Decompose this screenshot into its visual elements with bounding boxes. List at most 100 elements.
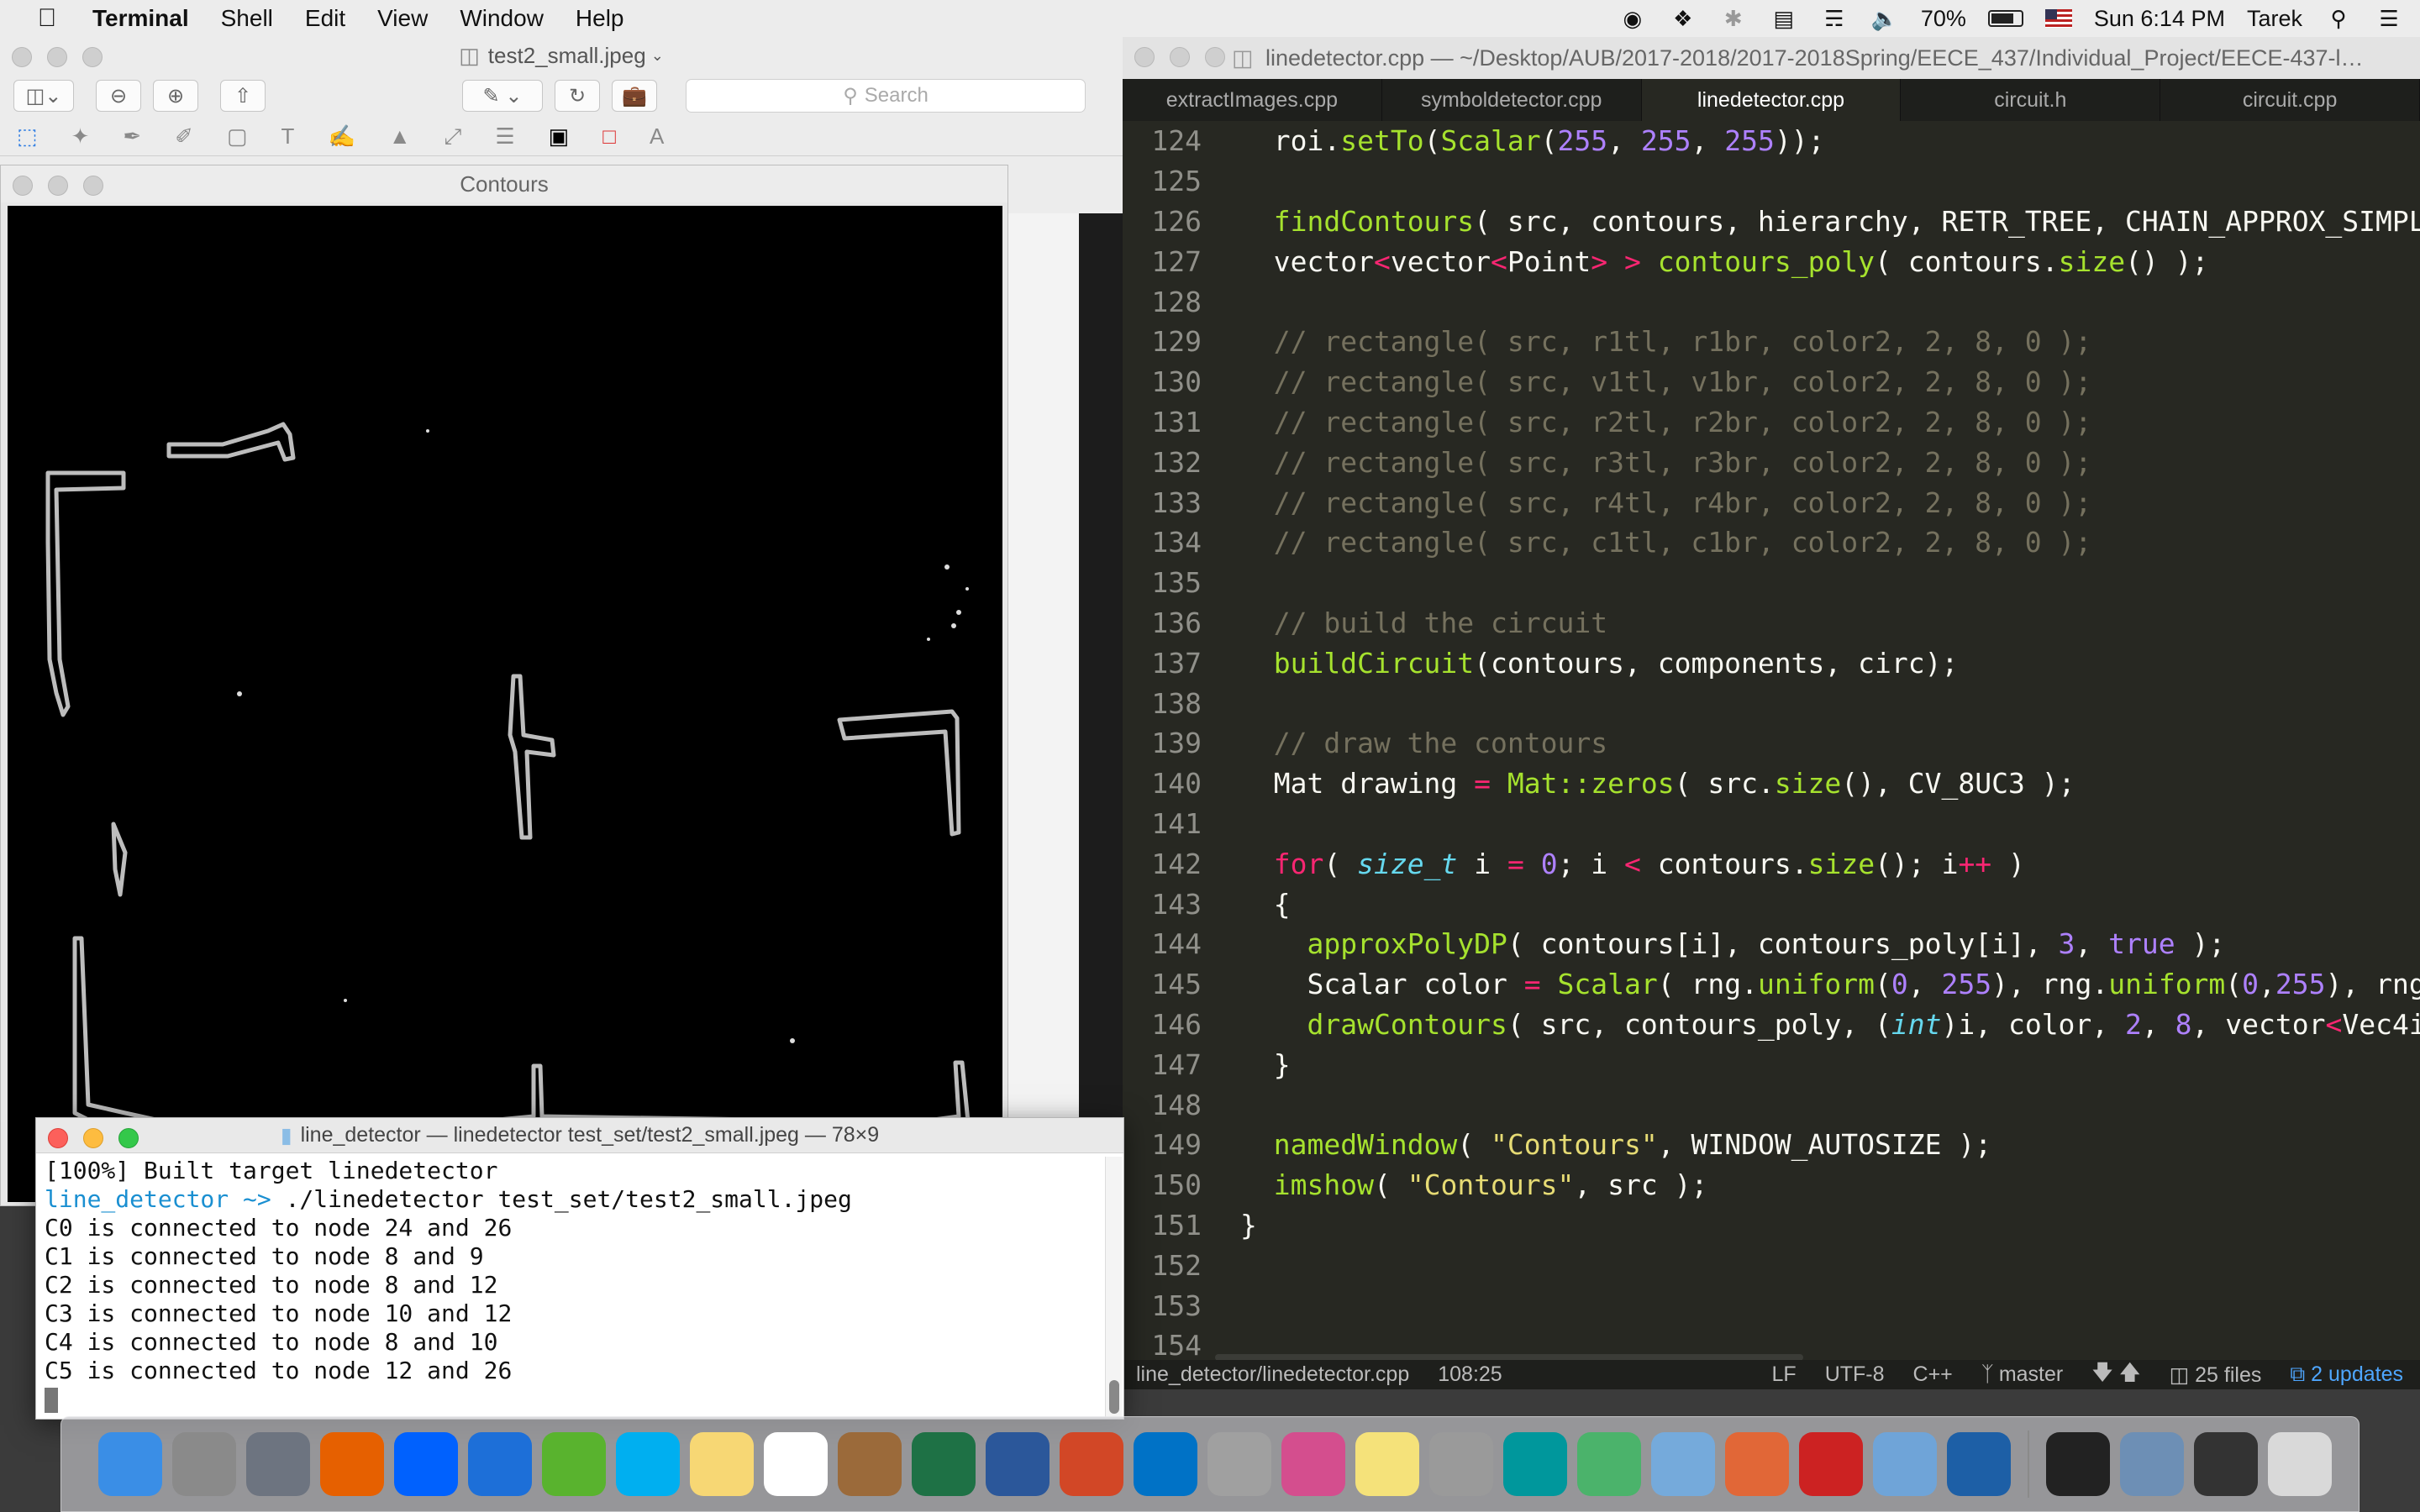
close-button[interactable]	[13, 176, 33, 196]
volume-icon[interactable]: 🔈	[1870, 6, 1899, 31]
dock-launchpad-icon[interactable]	[246, 1432, 310, 1496]
shapes-icon[interactable]: ▢	[227, 123, 248, 150]
preview-title: test2_small.jpeg	[487, 42, 646, 68]
draw-icon[interactable]: ✐	[175, 123, 193, 150]
menu-help[interactable]: Help	[576, 5, 624, 32]
dock-system-preferences-icon[interactable]	[172, 1432, 236, 1496]
dock-stickies-icon[interactable]	[1355, 1432, 1419, 1496]
dock-matlab-icon[interactable]	[1725, 1432, 1789, 1496]
share-button[interactable]: ⇧	[220, 80, 266, 112]
status-line-ending[interactable]: LF	[1772, 1362, 1797, 1387]
dock-calculator-icon[interactable]	[1207, 1432, 1271, 1496]
text-style-icon[interactable]: A	[650, 123, 664, 150]
input-source-flag-icon[interactable]	[2044, 9, 2072, 28]
dropbox-icon[interactable]: ❖	[1669, 6, 1697, 31]
instant-alpha-icon[interactable]: ✦	[71, 123, 90, 150]
menu-window[interactable]: Window	[460, 5, 544, 32]
wifi-icon[interactable]: ☴	[1820, 6, 1849, 31]
dock-rstudio-icon[interactable]	[1651, 1432, 1715, 1496]
text-icon[interactable]: T	[281, 123, 295, 150]
adjust-size-icon[interactable]: ⤢	[445, 123, 462, 150]
dock-terminal-icon[interactable]	[2046, 1432, 2110, 1496]
dock-photos-viewer-icon[interactable]	[2120, 1432, 2184, 1496]
toolbox-button[interactable]: 💼	[612, 80, 657, 112]
tab-linedetector[interactable]: linedetector.cpp	[1641, 79, 1902, 121]
zoom-out-button[interactable]: ⊖	[96, 80, 141, 112]
minimize-button[interactable]	[47, 47, 67, 67]
zoom-button[interactable]	[118, 1128, 139, 1148]
dock-garageband-icon[interactable]	[838, 1432, 902, 1496]
minimize-button[interactable]	[83, 1128, 103, 1148]
menu-shell[interactable]: Shell	[221, 5, 273, 32]
dock-excel-icon[interactable]	[912, 1432, 976, 1496]
shape-style-icon[interactable]: ☰	[495, 123, 514, 150]
dock-outlook-icon[interactable]	[1134, 1432, 1197, 1496]
sign-icon[interactable]: ✍	[328, 123, 355, 150]
dock-dropbox-icon[interactable]	[394, 1432, 458, 1496]
zoom-button[interactable]	[83, 176, 103, 196]
dock-youtube-icon[interactable]	[468, 1432, 532, 1496]
tab-circuit-cpp[interactable]: circuit.cpp	[2160, 79, 2420, 121]
dock-utorrent-icon[interactable]	[542, 1432, 606, 1496]
clock[interactable]: Sun 6:14 PM	[2094, 6, 2225, 32]
close-button[interactable]	[48, 1128, 68, 1148]
dock-word-icon[interactable]	[986, 1432, 1050, 1496]
terminal-output[interactable]: [100%] Built target linedetector line_de…	[36, 1153, 1123, 1417]
close-button[interactable]	[1134, 47, 1155, 67]
minimize-button[interactable]	[1170, 47, 1190, 67]
dock-notes-icon[interactable]	[690, 1432, 754, 1496]
bluetooth-icon[interactable]: ✱	[1719, 6, 1748, 31]
dock-virtualbox-icon[interactable]	[1947, 1432, 2011, 1496]
dock-firefox-icon[interactable]	[320, 1432, 384, 1496]
tab-symboldetector[interactable]: symboldetector.cpp	[1382, 79, 1642, 121]
terminal-scrollbar[interactable]	[1105, 1157, 1122, 1417]
dock-tex-icon[interactable]	[1429, 1432, 1493, 1496]
zoom-button[interactable]	[1205, 47, 1225, 67]
dock-trash-icon[interactable]	[2268, 1432, 2332, 1496]
memory-icon[interactable]: ▤	[1770, 6, 1798, 31]
dock-kivy-icon[interactable]	[1799, 1432, 1863, 1496]
menu-view[interactable]: View	[377, 5, 428, 32]
code-area[interactable]: 124 roi.setTo(Scalar(255, 255, 255)); 12…	[1123, 121, 2420, 1360]
markup-pen-button[interactable]: ✎ ⌄	[462, 80, 543, 112]
status-updates[interactable]: 2 updates	[2311, 1362, 2403, 1386]
dock-powerpoint-icon[interactable]	[1060, 1432, 1123, 1496]
sidebar-toggle-button[interactable]: ◫⌄	[13, 80, 74, 112]
zoom-button[interactable]	[82, 47, 103, 67]
chevron-down-icon[interactable]: ⌄	[651, 47, 664, 65]
dock-preview-icon[interactable]	[1873, 1432, 1937, 1496]
adjust-color-icon[interactable]: ▲	[389, 123, 411, 150]
status-files[interactable]: 25 files	[2195, 1363, 2261, 1387]
dock-console-icon[interactable]	[2194, 1432, 2258, 1496]
selection-tool-icon[interactable]: ⬚	[17, 123, 38, 150]
menu-edit[interactable]: Edit	[305, 5, 345, 32]
tab-circuit-h[interactable]: circuit.h	[1901, 79, 2161, 121]
battery-icon[interactable]	[1987, 10, 2023, 27]
dock-atom-icon[interactable]	[1577, 1432, 1641, 1496]
search-input[interactable]: ⚲ Search	[686, 79, 1086, 113]
sketch-icon[interactable]: ✒	[123, 123, 141, 150]
close-button[interactable]	[12, 47, 32, 67]
fill-color-icon[interactable]: □	[602, 123, 616, 150]
minimize-button[interactable]	[48, 176, 68, 196]
tab-extractimages[interactable]: extractImages.cpp	[1123, 79, 1382, 121]
zoom-in-button[interactable]: ⊕	[153, 80, 198, 112]
dock-skype-icon[interactable]	[616, 1432, 680, 1496]
status-branch[interactable]: master	[1999, 1362, 2063, 1386]
user-name[interactable]: Tarek	[2247, 6, 2302, 32]
pull-push-icon[interactable]: 🡇 🡅	[2091, 1357, 2140, 1393]
dock-calendar-icon[interactable]	[764, 1432, 828, 1496]
dock-arduino-icon[interactable]	[1503, 1432, 1567, 1496]
spotlight-search-icon[interactable]: ⚲	[2324, 6, 2353, 31]
notification-center-icon[interactable]: ☰	[2375, 6, 2403, 31]
status-syntax[interactable]: C++	[1913, 1362, 1953, 1387]
apple-menu-icon[interactable]: 	[30, 4, 64, 33]
border-color-icon[interactable]: ▣	[549, 123, 570, 150]
app-menu[interactable]: Terminal	[92, 5, 189, 32]
glasses-icon[interactable]: ◉	[1618, 6, 1647, 31]
battery-percent: 70%	[1920, 5, 1966, 31]
dock-grapher-icon[interactable]	[1281, 1432, 1345, 1496]
status-encoding[interactable]: UTF-8	[1825, 1362, 1885, 1387]
rotate-button[interactable]: ↻	[555, 80, 600, 112]
dock-finder-icon[interactable]	[98, 1432, 162, 1496]
